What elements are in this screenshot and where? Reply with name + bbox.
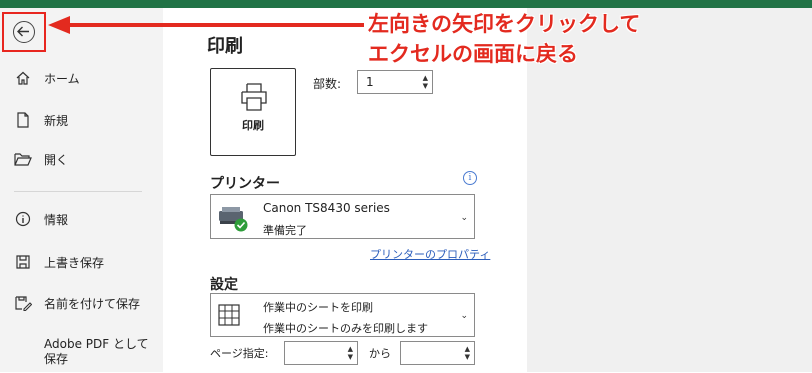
printer-icon: [241, 83, 267, 111]
spin-arrows-icon[interactable]: ▲ ▼: [348, 345, 353, 361]
nav-item-adobe-pdf[interactable]: Adobe PDF として 保存: [44, 337, 149, 373]
printer-properties-link[interactable]: プリンターのプロパティ: [370, 246, 490, 262]
copies-stepper[interactable]: 1 ▲ ▼: [357, 70, 433, 94]
copies-value: 1: [366, 75, 374, 89]
open-folder-icon: [14, 150, 32, 168]
printer-info-icon[interactable]: i: [463, 171, 477, 185]
printer-section-label: プリンター: [210, 176, 280, 192]
print-button-label: 印刷: [242, 119, 264, 132]
info-icon: [14, 210, 32, 228]
save-icon: [14, 253, 32, 271]
annotation-arrow: [48, 16, 364, 34]
printer-device-icon: [219, 207, 248, 232]
nav-item-save[interactable]: 上書き保存: [14, 251, 104, 273]
sidebar-divider: [14, 191, 142, 192]
chevron-down-icon: ⌄: [460, 212, 468, 223]
spin-arrows-icon[interactable]: ▲ ▼: [465, 345, 470, 361]
nav-label: 名前を付けて保存: [44, 296, 141, 311]
page-range-label: ページ指定:: [210, 347, 269, 360]
annotation-line-2: エクセルの画面に戻る: [368, 42, 578, 66]
nav-item-save-as[interactable]: 名前を付けて保存: [14, 292, 140, 314]
nav-item-info[interactable]: 情報: [14, 208, 68, 230]
print-scope-description: 作業中のシートのみを印刷します: [263, 322, 428, 335]
title-bar-strip: [0, 0, 812, 8]
nav-item-new[interactable]: 新規: [14, 109, 68, 131]
new-document-icon: [14, 111, 32, 129]
page-from-input[interactable]: ▲ ▼: [284, 341, 358, 365]
home-icon: [14, 69, 32, 87]
copies-label: 部数:: [313, 77, 342, 91]
nav-label: 情報: [44, 212, 69, 227]
print-scope-title: 作業中のシートを印刷: [263, 301, 373, 314]
page-to-input[interactable]: ▲ ▼: [400, 341, 475, 365]
nav-label: 開く: [44, 152, 69, 167]
backstage-sidebar: [0, 8, 163, 372]
chevron-down-icon: ⌄: [460, 311, 468, 321]
nav-label: Adobe PDF として: [44, 337, 149, 351]
annotation-line-1: 左向きの矢印をクリックして: [368, 12, 641, 36]
back-arrow-icon: [17, 26, 29, 37]
nav-item-home[interactable]: ホーム: [14, 67, 80, 89]
sheet-grid-icon: [218, 304, 240, 326]
page-to-label: から: [369, 347, 391, 360]
printer-dropdown[interactable]: Canon TS8430 series 準備完了 ⌄: [210, 194, 475, 239]
print-scope-dropdown[interactable]: 作業中のシートを印刷 作業中のシートのみを印刷します ⌄: [210, 293, 475, 337]
printer-status: 準備完了: [263, 224, 307, 237]
spin-arrows-icon[interactable]: ▲ ▼: [423, 74, 428, 90]
nav-item-open[interactable]: 開く: [14, 148, 68, 170]
printer-name: Canon TS8430 series: [263, 201, 390, 215]
save-as-icon: [14, 294, 32, 312]
nav-label-line2: 保存: [44, 352, 69, 366]
settings-section-label: 設定: [210, 277, 238, 293]
nav-label: ホーム: [44, 71, 80, 86]
back-button[interactable]: [13, 21, 35, 43]
print-button[interactable]: 印刷: [210, 68, 296, 156]
back-button-highlight: [2, 12, 46, 52]
nav-label: 上書き保存: [44, 255, 105, 270]
nav-label: 新規: [44, 113, 69, 128]
